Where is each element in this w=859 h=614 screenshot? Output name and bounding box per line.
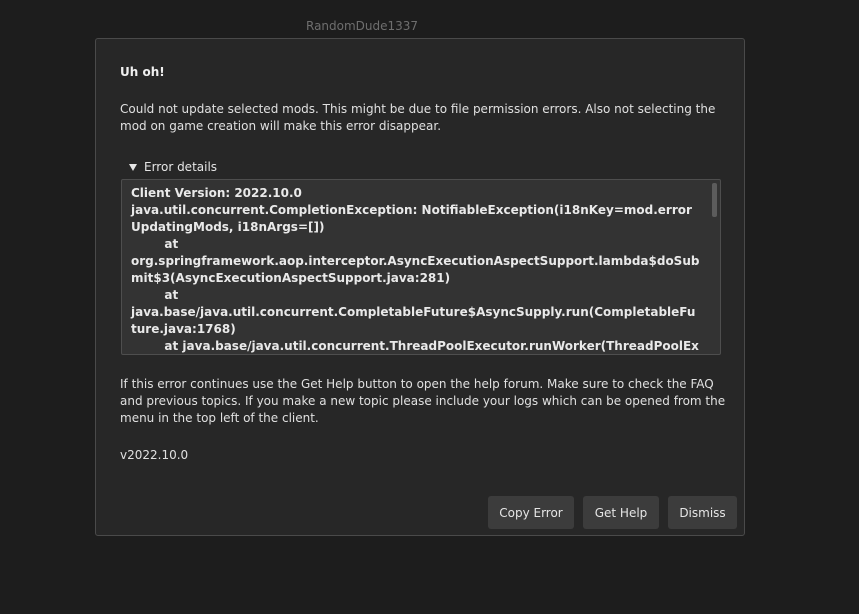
- get-help-button[interactable]: Get Help: [583, 496, 659, 529]
- error-details-box[interactable]: Client Version: 2022.10.0 java.util.conc…: [121, 179, 721, 355]
- error-details-label: Error details: [144, 160, 218, 174]
- version-label: v2022.10.0: [120, 448, 189, 462]
- error-details-text: Client Version: 2022.10.0 java.util.conc…: [131, 186, 700, 353]
- dismiss-button[interactable]: Dismiss: [668, 496, 737, 529]
- copy-error-button[interactable]: Copy Error: [488, 496, 574, 529]
- dialog-message: Could not update selected mods. This mig…: [120, 102, 716, 133]
- help-text: If this error continues use the Get Help…: [120, 377, 726, 425]
- background-username: RandomDude1337: [306, 19, 419, 33]
- details-scrollbar[interactable]: [712, 183, 717, 217]
- triangle-down-icon: [129, 163, 137, 171]
- error-details-toggle[interactable]: Error details: [129, 160, 217, 174]
- dialog-title: Uh oh!: [120, 65, 165, 79]
- error-dialog: Uh oh! Could not update selected mods. T…: [95, 38, 745, 536]
